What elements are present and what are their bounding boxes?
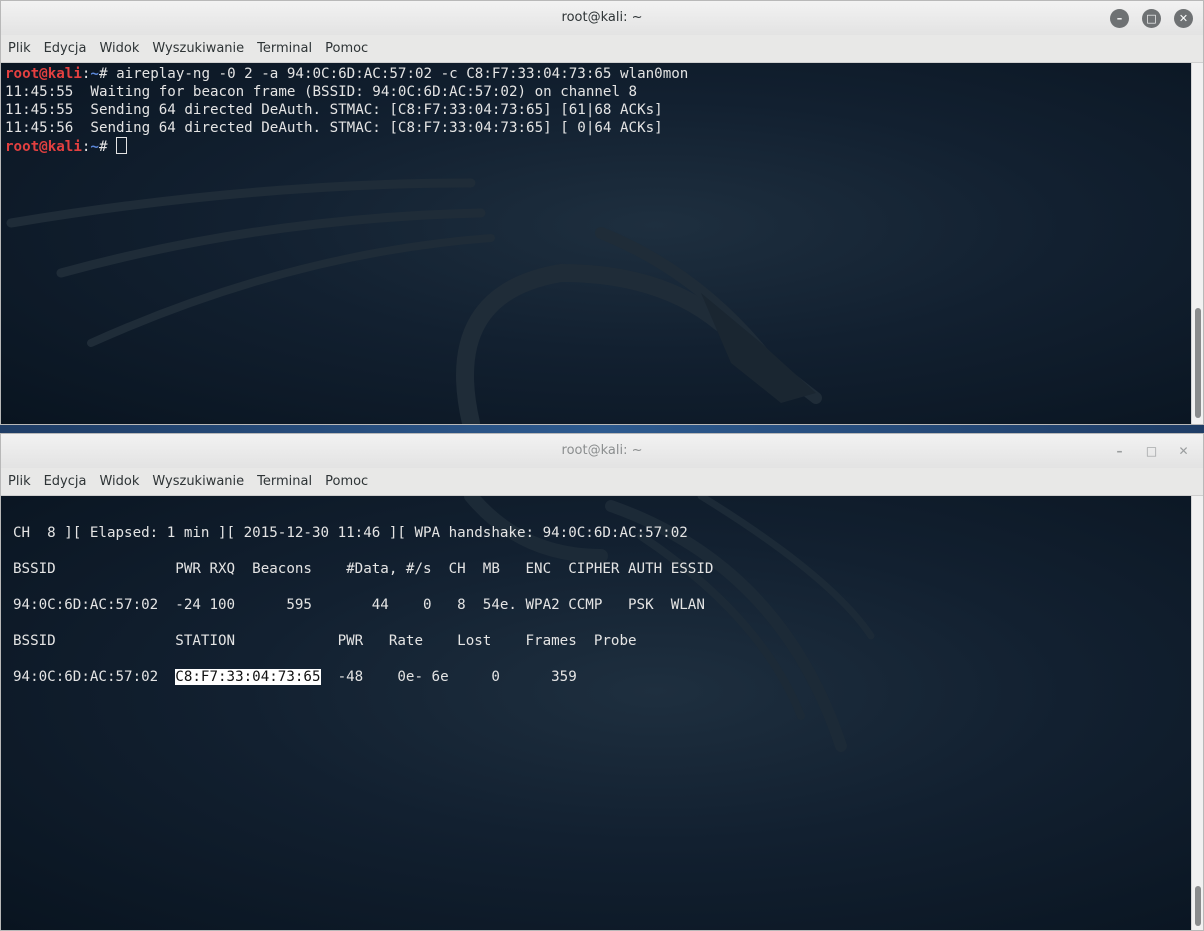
minimize-icon[interactable]: – <box>1110 442 1129 461</box>
menu-wyszukiwanie[interactable]: Wyszukiwanie <box>152 41 244 56</box>
minimize-icon[interactable]: – <box>1110 8 1129 28</box>
menu-plik[interactable]: Plik <box>8 474 31 489</box>
terminal-area[interactable]: CH 8 ][ Elapsed: 1 min ][ 2015-12-30 11:… <box>1 496 1191 930</box>
prompt-user: root@kali <box>5 139 82 155</box>
window-title: root@kali: ~ <box>561 443 643 458</box>
terminal-area[interactable]: root@kali:~# aireplay-ng -0 2 -a 94:0C:6… <box>1 63 1191 424</box>
menu-edycja[interactable]: Edycja <box>44 41 87 56</box>
terminal-window-top[interactable]: root@kali: ~ – □ ✕ Plik Edycja Widok Wys… <box>0 0 1204 425</box>
station-bssid: 94:0C:6D:AC:57:02 <box>13 669 176 685</box>
prompt-hash: # <box>98 66 117 82</box>
menu-edycja[interactable]: Edycja <box>44 474 87 489</box>
output-line: 11:45:55 Waiting for beacon frame (BSSID… <box>5 84 638 100</box>
selected-station-mac[interactable]: C8:F7:33:04:73:65 <box>175 669 321 685</box>
close-icon[interactable]: ✕ <box>1174 8 1193 28</box>
menu-pomoc[interactable]: Pomoc <box>325 474 368 489</box>
text-cursor <box>116 137 128 154</box>
command-line: root@kali:~# aireplay-ng -0 2 -a 94:0C:6… <box>5 65 688 83</box>
menu-pomoc[interactable]: Pomoc <box>325 41 368 56</box>
prompt-path: ~ <box>90 139 99 155</box>
menu-widok[interactable]: Widok <box>99 474 139 489</box>
maximize-icon[interactable]: □ <box>1142 442 1161 461</box>
menubar: Plik Edycja Widok Wyszukiwanie Terminal … <box>1 35 1203 63</box>
window-title: root@kali: ~ <box>561 10 643 25</box>
status-line: CH 8 ][ Elapsed: 1 min ][ 2015-12-30 11:… <box>13 525 688 541</box>
ap-table-row: 94:0C:6D:AC:57:02 -24 100 595 44 0 8 54e… <box>13 597 705 613</box>
output-line: 11:45:56 Sending 64 directed DeAuth. STM… <box>5 120 663 136</box>
station-table-header: BSSID STATION PWR Rate Lost Frames Probe <box>13 633 637 649</box>
maximize-icon[interactable]: □ <box>1142 8 1161 28</box>
desktop-background-strip <box>0 425 1204 433</box>
ap-table-header: BSSID PWR RXQ Beacons #Data, #/s CH MB E… <box>13 561 714 577</box>
titlebar[interactable]: root@kali: ~ – □ ✕ <box>1 1 1203 35</box>
prompt-path: ~ <box>90 66 99 82</box>
menubar: Plik Edycja Widok Wyszukiwanie Terminal … <box>1 468 1203 496</box>
airodump-output: CH 8 ][ Elapsed: 1 min ][ 2015-12-30 11:… <box>13 515 713 695</box>
menu-plik[interactable]: Plik <box>8 41 31 56</box>
command-text: aireplay-ng -0 2 -a 94:0C:6D:AC:57:02 -c… <box>116 66 689 82</box>
prompt-line[interactable]: root@kali:~# <box>5 137 688 156</box>
scrollbar[interactable] <box>1191 496 1203 930</box>
close-icon[interactable]: ✕ <box>1174 442 1193 461</box>
station-stats: -48 0e- 6e 0 359 <box>320 669 577 685</box>
scrollbar-thumb[interactable] <box>1195 308 1201 418</box>
titlebar[interactable]: root@kali: ~ – □ ✕ <box>1 434 1203 468</box>
prompt-hash: # <box>98 139 117 155</box>
prompt-user: root@kali <box>5 66 82 82</box>
menu-wyszukiwanie[interactable]: Wyszukiwanie <box>152 474 244 489</box>
menu-widok[interactable]: Widok <box>99 41 139 56</box>
menu-terminal[interactable]: Terminal <box>257 41 312 56</box>
scrollbar-thumb[interactable] <box>1195 886 1201 926</box>
output-line: 11:45:55 Sending 64 directed DeAuth. STM… <box>5 102 663 118</box>
station-table-row: 94:0C:6D:AC:57:02 C8:F7:33:04:73:65 -48 … <box>13 659 713 695</box>
menu-terminal[interactable]: Terminal <box>257 474 312 489</box>
scrollbar[interactable] <box>1191 63 1203 424</box>
terminal-window-bottom[interactable]: root@kali: ~ – □ ✕ Plik Edycja Widok Wys… <box>0 433 1204 931</box>
terminal-output: root@kali:~# aireplay-ng -0 2 -a 94:0C:6… <box>5 65 688 156</box>
